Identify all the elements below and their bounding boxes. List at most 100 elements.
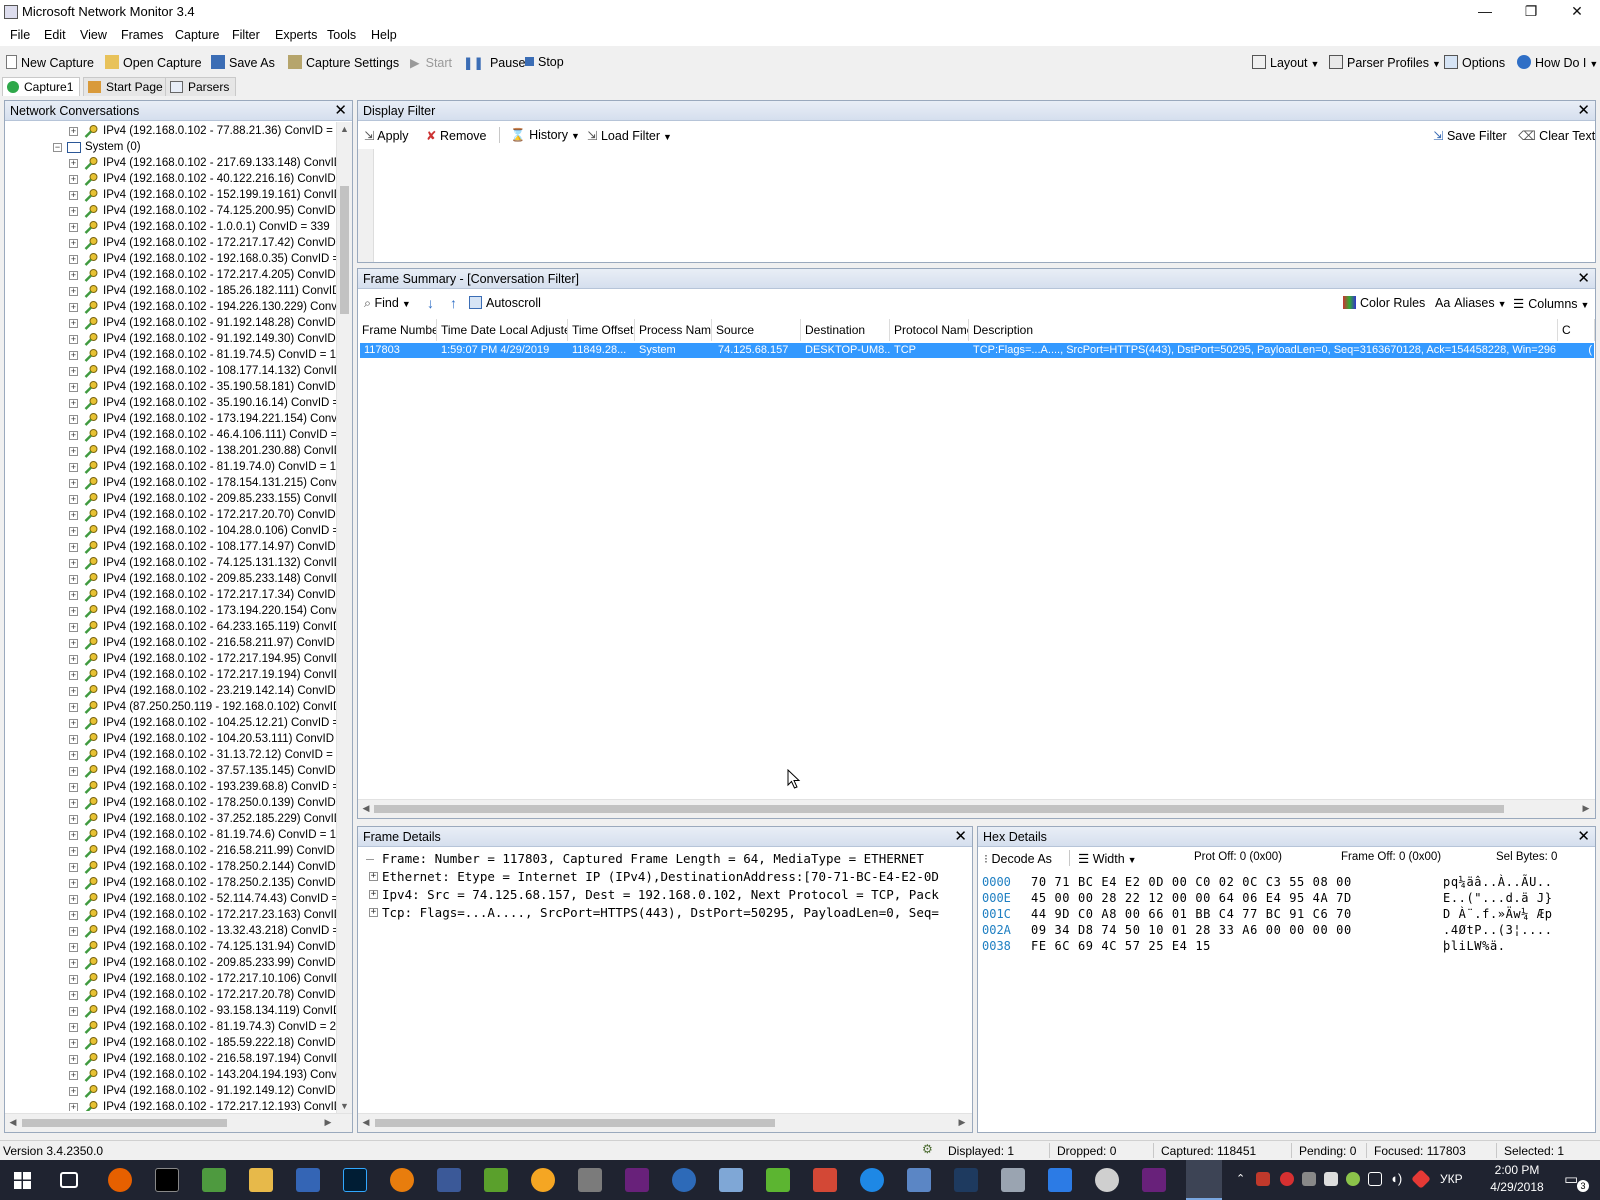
open-capture-button[interactable]: Open Capture [105, 55, 202, 70]
expand-icon[interactable]: + [69, 1071, 78, 1080]
menu-capture[interactable]: Capture [175, 28, 219, 42]
expand-icon[interactable]: + [69, 927, 78, 936]
color-rules-button[interactable]: Color Rules [1343, 296, 1425, 310]
spreadsheet-icon[interactable] [484, 1168, 508, 1192]
tree-group-system[interactable]: − System (0) [5, 140, 336, 156]
scroll-down-icon[interactable]: ▼ [337, 1101, 352, 1111]
conversation-row[interactable]: + IPv4 (192.168.0.102 - 172.217.20.70) Co… [5, 508, 336, 524]
conversation-row[interactable]: + IPv4 (192.168.0.102 - 104.20.53.111) Co… [5, 732, 336, 748]
conversation-row[interactable]: + IPv4 (192.168.0.102 - 74.125.131.94) Co… [5, 940, 336, 956]
expand-icon[interactable]: + [69, 127, 78, 136]
frame-row-selected[interactable]: 117803 1:59:07 PM 4/29/2019 11849.28... … [360, 343, 1594, 358]
apply-filter-button[interactable]: ⇲ Apply [364, 128, 409, 143]
scroll-left-icon[interactable]: ◀ [360, 803, 372, 814]
expand-icon[interactable]: + [69, 319, 78, 328]
hex-row[interactable]: 0038 FE 6C 69 4C 57 25 E4 15 þliLW%ä. [978, 939, 1595, 955]
conversation-row[interactable]: + IPv4 (192.168.0.102 - 172.217.19.194) C… [5, 668, 336, 684]
expand-icon[interactable]: + [69, 847, 78, 856]
photoshop-icon[interactable] [343, 1168, 367, 1192]
close-window-button[interactable]: ✕ [1554, 0, 1600, 24]
conversation-row[interactable]: + IPv4 (192.168.0.102 - 108.177.14.132) C… [5, 364, 336, 380]
conversation-row[interactable]: + IPv4 (192.168.0.102 - 64.233.165.119) C… [5, 620, 336, 636]
expand-icon[interactable]: + [69, 447, 78, 456]
expand-icon[interactable]: + [69, 303, 78, 312]
frame-details-horizontal-scrollbar[interactable]: ◀ ▶ [358, 1113, 972, 1132]
collapse-icon[interactable]: − [53, 143, 62, 152]
hex-row[interactable]: 000E 45 00 00 28 22 12 00 00 64 06 E4 95 … [978, 891, 1595, 907]
conversation-row[interactable]: + IPv4 (192.168.0.102 - 172.217.23.163) C… [5, 908, 336, 924]
connect-app-icon[interactable] [1048, 1168, 1072, 1192]
expand-icon[interactable]: + [69, 175, 78, 184]
close-icon[interactable]: ✕ [1577, 269, 1590, 288]
expand-icon[interactable]: + [69, 863, 78, 872]
tree-vertical-scrollbar[interactable]: ▲ ▼ [336, 122, 352, 1113]
conversation-row[interactable]: + IPv4 (192.168.0.102 - 178.154.131.215) … [5, 476, 336, 492]
sync-tray-icon[interactable] [1346, 1172, 1360, 1186]
file-explorer-icon[interactable] [249, 1168, 273, 1192]
pencil-app-icon[interactable] [719, 1168, 743, 1192]
column-header-time-date[interactable]: Time Date Local Adjusted [437, 319, 568, 341]
conversation-row[interactable]: + IPv4 (192.168.0.102 - 81.19.74.0) ConvI… [5, 460, 336, 476]
expand-icon[interactable]: + [69, 959, 78, 968]
conversation-row[interactable]: + IPv4 (192.168.0.102 - 178.250.2.144) Co… [5, 860, 336, 876]
frame-summary-horizontal-scrollbar[interactable]: ◀ ▶ [358, 799, 1595, 818]
scroll-thumb[interactable] [340, 186, 349, 314]
menu-file[interactable]: File [10, 28, 30, 42]
conversation-row[interactable]: + IPv4 (192.168.0.102 - 216.58.197.194) C… [5, 1052, 336, 1068]
conversation-row[interactable]: + IPv4 (192.168.0.102 - 178.250.2.135) Co… [5, 876, 336, 892]
sun-app-icon[interactable] [531, 1168, 555, 1192]
conversation-row[interactable]: + IPv4 (192.168.0.102 - 185.26.182.111) C… [5, 284, 336, 300]
conversation-row[interactable]: + IPv4 (192.168.0.102 - 172.217.17.42) Co… [5, 236, 336, 252]
expand-icon[interactable]: + [69, 751, 78, 760]
expand-icon[interactable]: + [69, 223, 78, 232]
expand-icon[interactable]: + [69, 271, 78, 280]
expand-icon[interactable]: + [369, 872, 378, 881]
usb-tray-icon[interactable] [1302, 1172, 1316, 1186]
layout-dropdown[interactable]: Layout ▼ [1252, 55, 1319, 70]
close-icon[interactable]: ✕ [334, 101, 347, 120]
expand-icon[interactable]: + [69, 1039, 78, 1048]
conversation-row[interactable]: + IPv4 (192.168.0.102 - 81.19.74.3) ConvI… [5, 1020, 336, 1036]
cloud-app-icon[interactable] [1001, 1168, 1025, 1192]
aliases-dropdown[interactable]: Aa Aliases ▼ [1435, 296, 1507, 310]
expand-icon[interactable]: + [69, 543, 78, 552]
conversation-row[interactable]: + IPv4 (192.168.0.102 - 46.4.106.111) Con… [5, 428, 336, 444]
conversation-row[interactable]: + IPv4 (192.168.0.102 - 143.204.194.193) … [5, 1068, 336, 1084]
bird-app-icon[interactable] [860, 1168, 884, 1192]
media-app-icon[interactable] [813, 1168, 837, 1192]
close-icon[interactable]: ✕ [1577, 827, 1590, 846]
expand-icon[interactable]: + [69, 591, 78, 600]
volume-tray-icon[interactable]: ◖) [1390, 1171, 1402, 1186]
conversation-row[interactable]: + IPv4 (192.168.0.102 - 104.25.12.21) Con… [5, 716, 336, 732]
expand-icon[interactable]: + [69, 895, 78, 904]
expand-icon[interactable]: + [69, 159, 78, 168]
find-next-down-icon[interactable]: ↓ [427, 295, 434, 311]
expand-icon[interactable]: + [69, 479, 78, 488]
expand-icon[interactable]: + [69, 287, 78, 296]
conversation-row[interactable]: + IPv4 (192.168.0.102 - 172.217.12.193) C… [5, 1100, 336, 1111]
expand-icon[interactable]: + [69, 255, 78, 264]
expand-icon[interactable]: + [69, 879, 78, 888]
expand-icon[interactable]: + [69, 1023, 78, 1032]
clock-time[interactable]: 2:00 PM [1492, 1163, 1542, 1177]
column-header-frame-number[interactable]: Frame Number [358, 319, 437, 341]
conversation-row[interactable]: + IPv4 (192.168.0.102 - 185.59.222.18) Co… [5, 1036, 336, 1052]
clear-text-button[interactable]: ⌫ Clear Text [1518, 128, 1595, 143]
conversation-row[interactable]: + IPv4 (192.168.0.102 - 216.58.211.97) Co… [5, 636, 336, 652]
save-tool-icon[interactable] [296, 1168, 320, 1192]
close-icon[interactable]: ✕ [1577, 101, 1590, 120]
scroll-right-icon[interactable]: ▶ [1580, 803, 1592, 814]
conversation-row[interactable]: + IPv4 (192.168.0.102 - 178.250.0.139) Co… [5, 796, 336, 812]
expand-icon[interactable]: + [69, 511, 78, 520]
expand-icon[interactable]: + [69, 991, 78, 1000]
autoscroll-toggle[interactable]: Autoscroll [469, 296, 541, 310]
expand-icon[interactable]: + [69, 351, 78, 360]
conversation-row[interactable]: + IPv4 (192.168.0.102 - 81.19.74.5) ConvI… [5, 348, 336, 364]
expand-icon[interactable]: + [69, 639, 78, 648]
expand-icon[interactable]: + [69, 399, 78, 408]
expand-icon[interactable]: + [69, 207, 78, 216]
column-header-destination[interactable]: Destination [801, 319, 890, 341]
conversation-row[interactable]: + IPv4 (192.168.0.102 - 37.252.185.229) C… [5, 812, 336, 828]
new-capture-button[interactable]: New Capture [6, 55, 94, 70]
save-filter-button[interactable]: ⇲ Save Filter [1433, 128, 1507, 143]
